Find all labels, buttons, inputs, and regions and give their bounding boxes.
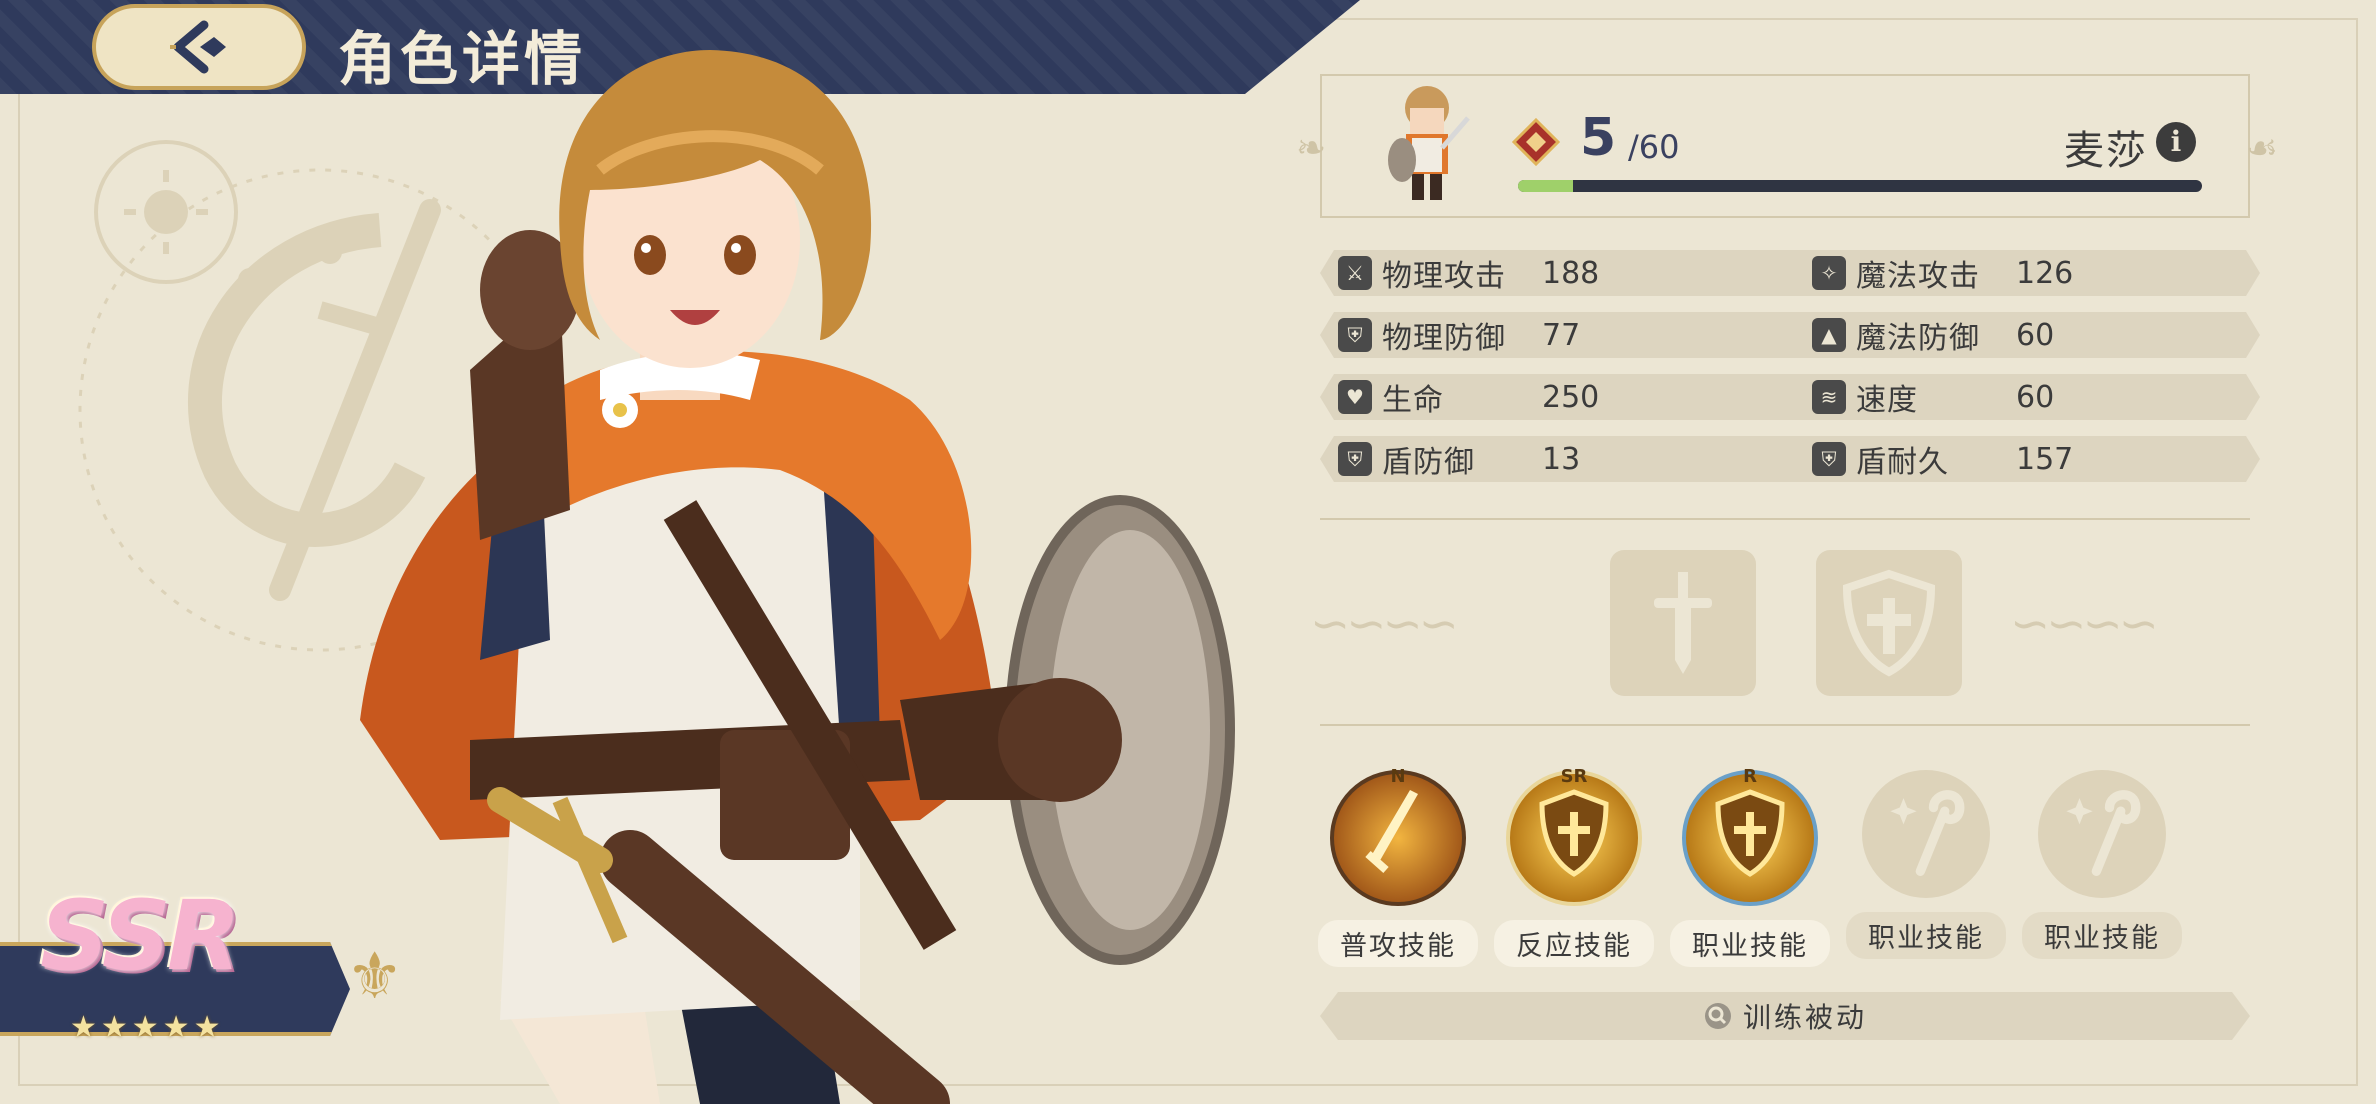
character-info-box: ❧ ☙ 5 /60 麦莎 i [1296, 74, 2278, 218]
skill-grade-tag: R [1743, 766, 1757, 787]
stat-value: 60 [2016, 379, 2055, 415]
skill-grade-tag: N [1390, 766, 1406, 787]
skill-class-1[interactable]: R 职业技能 [1662, 766, 1838, 967]
stat-row: ⚔ 物理攻击 188 ✧ 魔法攻击 126 [1320, 250, 2260, 296]
stat-value: 250 [1542, 379, 1600, 415]
shield-icon: ⛨ [1338, 318, 1372, 352]
stat-value: 77 [1542, 317, 1581, 353]
rarity-badge: SSR ★★★★★ ⚜ [0, 880, 420, 1045]
skill-reaction[interactable]: SR 反应技能 [1486, 766, 1662, 967]
stats-list: ⚔ 物理攻击 188 ✧ 魔法攻击 126 ⛨ 物理防御 77 ▲ 魔法防御 6… [1320, 250, 2260, 498]
shield-icon: ⛨ [1338, 442, 1372, 476]
level-value: 5 [1580, 108, 1617, 168]
wizard-hat-icon: ▲ [1812, 318, 1846, 352]
stat-label: 盾防御 [1382, 445, 1475, 480]
search-icon [1704, 1003, 1731, 1029]
ornament-icon: ∽∽∽∽ [2010, 596, 2159, 652]
sword-icon [1654, 572, 1712, 674]
cross-shield-icon [1842, 569, 1936, 677]
info-icon[interactable]: i [2156, 122, 2196, 162]
ornament-icon: ☙ [2245, 128, 2278, 169]
stat-value: 188 [1542, 255, 1600, 291]
stat-physical-attack: ⚔ 物理攻击 188 [1338, 250, 1599, 296]
stat-label: 物理防御 [1382, 321, 1506, 356]
staff-icon: ✧ [1812, 256, 1846, 290]
back-button[interactable] [92, 4, 306, 90]
stat-row: ⛨ 物理防御 77 ▲ 魔法防御 60 [1320, 312, 2260, 358]
stat-value: 126 [2016, 255, 2074, 291]
level-diamond-icon [1512, 118, 1560, 166]
ornament-icon: ❧ [1296, 128, 1327, 169]
locked-skill-staff-icon [1862, 770, 1990, 898]
stat-magic-defense: ▲ 魔法防御 60 [1812, 312, 2054, 358]
character-name: 麦莎 [2064, 128, 2148, 174]
stat-label: 物理攻击 [1382, 259, 1506, 294]
shield-slot[interactable] [1816, 550, 1962, 696]
stat-speed: ≋ 速度 60 [1812, 374, 2054, 420]
stat-value: 13 [1542, 441, 1581, 477]
sword-icon: ⚔ [1338, 256, 1372, 290]
stat-label: 魔法防御 [1856, 321, 1980, 356]
divider [1320, 518, 2250, 520]
stat-label: 盾耐久 [1856, 445, 1949, 480]
rarity-text: SSR [40, 880, 241, 992]
stat-shield-defense: ⛨ 盾防御 13 [1338, 436, 1580, 482]
train-passive-button[interactable]: 训练被动 [1320, 992, 2250, 1040]
locked-skill-staff-icon [2038, 770, 2166, 898]
stat-shield-durability: ⛨ 盾耐久 157 [1812, 436, 2073, 482]
character-chibi-sprite [1388, 86, 1470, 200]
wing-icon: ≋ [1812, 380, 1846, 414]
character-illustration [360, 50, 1235, 1104]
shield-icon: ⛨ [1812, 442, 1846, 476]
skill-class-3-locked[interactable]: 职业技能 [2014, 770, 2190, 959]
skill-label: 普攻技能 [1318, 920, 1478, 967]
back-arrow-icon [170, 20, 226, 74]
skill-label: 反应技能 [1494, 920, 1654, 967]
stat-hp: ♥ 生命 250 [1338, 374, 1599, 420]
stat-row: ♥ 生命 250 ≋ 速度 60 [1320, 374, 2260, 420]
exp-bar-fill [1518, 180, 1573, 192]
equipment-row: ∽∽∽∽ ∽∽∽∽ [1310, 550, 2260, 700]
skill-sword-icon: N [1330, 766, 1466, 906]
skills-row: N 普攻技能 SR 反应技能 R 职业技能 职业技能 职业技能 [1310, 766, 2260, 967]
stat-value: 157 [2016, 441, 2074, 477]
stat-physical-defense: ⛨ 物理防御 77 [1338, 312, 1580, 358]
stat-label: 速度 [1856, 383, 1918, 418]
stat-label: 魔法攻击 [1856, 259, 1980, 294]
skill-shield-icon: R [1682, 766, 1818, 906]
skill-class-2-locked[interactable]: 职业技能 [1838, 770, 2014, 959]
skill-normal-attack[interactable]: N 普攻技能 [1310, 766, 1486, 967]
skill-label: 职业技能 [2022, 912, 2182, 959]
exp-bar [1518, 180, 2202, 192]
level-max: /60 [1628, 128, 1680, 166]
stat-row: ⛨ 盾防御 13 ⛨ 盾耐久 157 [1320, 436, 2260, 482]
train-passive-label: 训练被动 [1742, 1001, 1867, 1034]
stat-value: 60 [2016, 317, 2055, 353]
fleur-de-lis-icon: ⚜ [346, 940, 404, 1014]
skill-shield-icon: SR [1506, 766, 1642, 906]
skill-label: 职业技能 [1846, 912, 2006, 959]
stat-label: 生命 [1382, 383, 1444, 418]
ornament-icon: ∽∽∽∽ [1310, 596, 1459, 652]
skill-grade-tag: SR [1560, 766, 1588, 787]
skill-label: 职业技能 [1670, 920, 1830, 967]
divider [1320, 724, 2250, 726]
heart-icon: ♥ [1338, 380, 1372, 414]
weapon-slot[interactable] [1610, 550, 1756, 696]
stat-magic-attack: ✧ 魔法攻击 126 [1812, 250, 2073, 296]
rarity-stars: ★★★★★ [70, 1010, 225, 1045]
